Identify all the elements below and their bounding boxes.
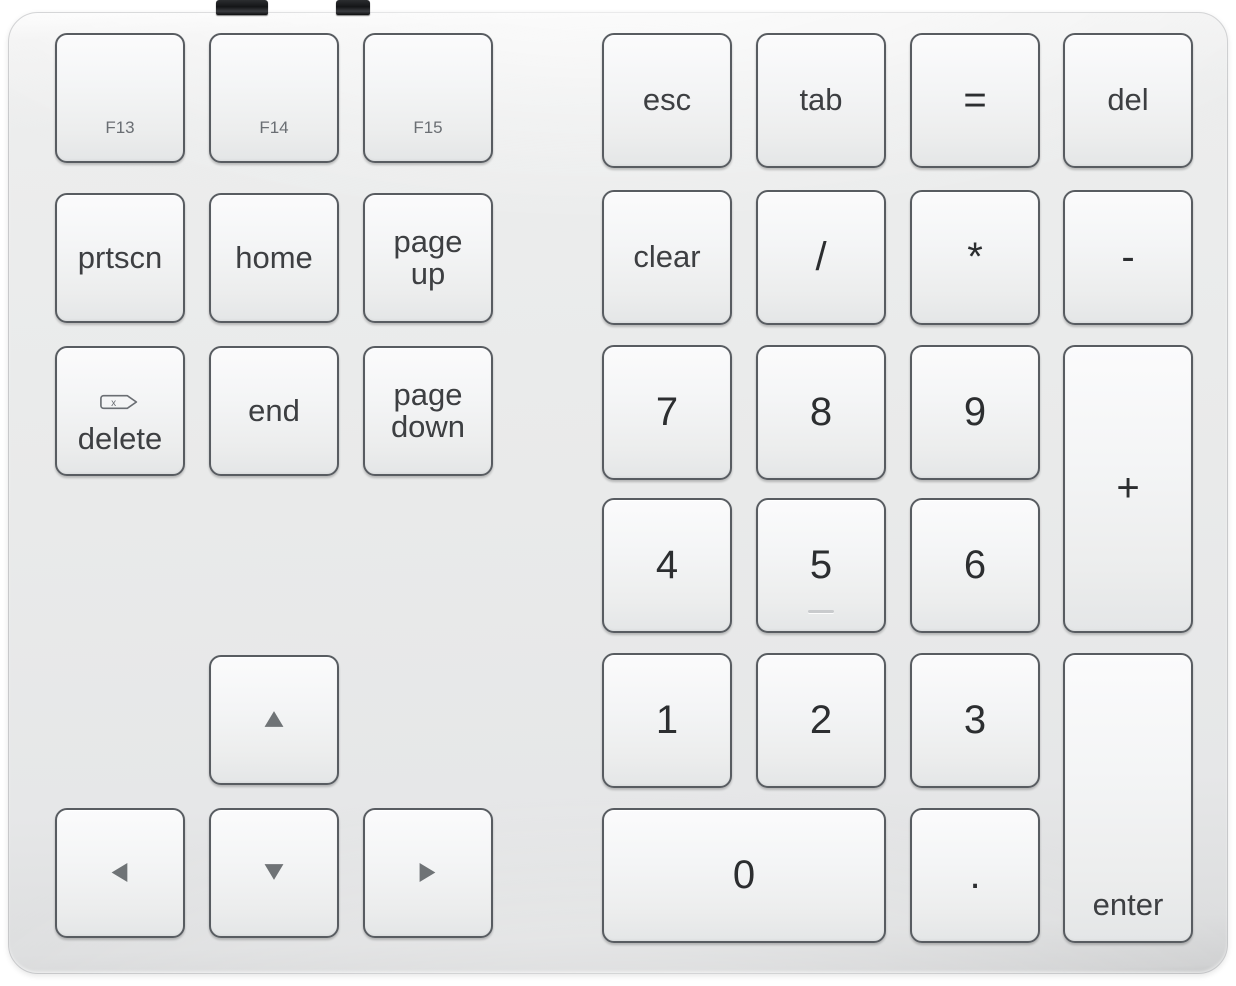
key-prtscn[interactable]: prtscn: [55, 193, 185, 323]
key-label: page down: [390, 376, 466, 444]
key-label: F14: [259, 118, 289, 138]
key-clear[interactable]: clear: [602, 190, 732, 325]
key-label: delete: [77, 421, 163, 456]
key-label: home: [235, 239, 313, 275]
arrow-right-icon: [417, 857, 439, 889]
key-label: prtscn: [77, 239, 163, 275]
numeric-keypad: F13 F14 F15 prtscn home page up x delete end page…: [0, 0, 1236, 986]
key-enter[interactable]: enter: [1063, 653, 1193, 943]
key-label: +: [1116, 466, 1140, 511]
key-num-8[interactable]: 8: [756, 345, 886, 480]
key-arrow-right[interactable]: [363, 808, 493, 938]
rubber-foot-left: [216, 0, 268, 15]
key-num-0[interactable]: 0: [602, 808, 886, 943]
key-label: 5: [809, 542, 833, 587]
key-num-1[interactable]: 1: [602, 653, 732, 788]
key-page-up[interactable]: page up: [363, 193, 493, 323]
key-label: tab: [799, 82, 843, 118]
key-minus[interactable]: -: [1063, 190, 1193, 325]
key-f13[interactable]: F13: [55, 33, 185, 163]
key-num-2[interactable]: 2: [756, 653, 886, 788]
key-delete[interactable]: x delete: [55, 346, 185, 476]
home-row-bump: [808, 610, 834, 613]
key-label: page up: [393, 223, 463, 291]
key-label: .: [969, 852, 981, 897]
key-label: 4: [655, 542, 679, 587]
key-plus[interactable]: +: [1063, 345, 1193, 633]
key-label: 7: [655, 389, 679, 434]
key-label: 1: [655, 697, 679, 742]
key-label: clear: [633, 239, 701, 275]
key-label: end: [248, 392, 300, 428]
key-arrow-up[interactable]: [209, 655, 339, 785]
key-label: /: [815, 234, 827, 279]
key-label: 6: [963, 542, 987, 587]
key-label: enter: [1092, 886, 1164, 922]
key-label: 2: [809, 697, 833, 742]
key-num-9[interactable]: 9: [910, 345, 1040, 480]
key-num-5[interactable]: 5: [756, 498, 886, 633]
key-label: 9: [963, 389, 987, 434]
key-tab[interactable]: tab: [756, 33, 886, 168]
key-label: F15: [413, 118, 443, 138]
key-del[interactable]: del: [1063, 33, 1193, 168]
key-f15[interactable]: F15: [363, 33, 493, 163]
key-page-down[interactable]: page down: [363, 346, 493, 476]
key-num-3[interactable]: 3: [910, 653, 1040, 788]
key-label: -: [1121, 234, 1135, 279]
key-esc[interactable]: esc: [602, 33, 732, 168]
arrow-down-icon: [263, 857, 285, 889]
key-label: esc: [642, 82, 692, 118]
key-label: F13: [105, 118, 135, 138]
key-arrow-left[interactable]: [55, 808, 185, 938]
arrow-left-icon: [109, 857, 131, 889]
key-divide[interactable]: /: [756, 190, 886, 325]
key-f14[interactable]: F14: [209, 33, 339, 163]
key-decimal[interactable]: .: [910, 808, 1040, 943]
key-home[interactable]: home: [209, 193, 339, 323]
svg-text:x: x: [111, 398, 116, 409]
arrow-up-icon: [263, 704, 285, 736]
forward-delete-icon: x: [100, 387, 140, 419]
key-label: 0: [732, 852, 756, 897]
key-multiply[interactable]: *: [910, 190, 1040, 325]
key-label: *: [967, 234, 983, 279]
key-label: 8: [809, 389, 833, 434]
key-num-4[interactable]: 4: [602, 498, 732, 633]
key-label: del: [1107, 82, 1149, 118]
key-end[interactable]: end: [209, 346, 339, 476]
key-num-7[interactable]: 7: [602, 345, 732, 480]
key-label: 3: [963, 697, 987, 742]
key-label: =: [963, 77, 987, 122]
key-equals[interactable]: =: [910, 33, 1040, 168]
rubber-foot-right: [336, 0, 370, 15]
key-arrow-down[interactable]: [209, 808, 339, 938]
key-num-6[interactable]: 6: [910, 498, 1040, 633]
